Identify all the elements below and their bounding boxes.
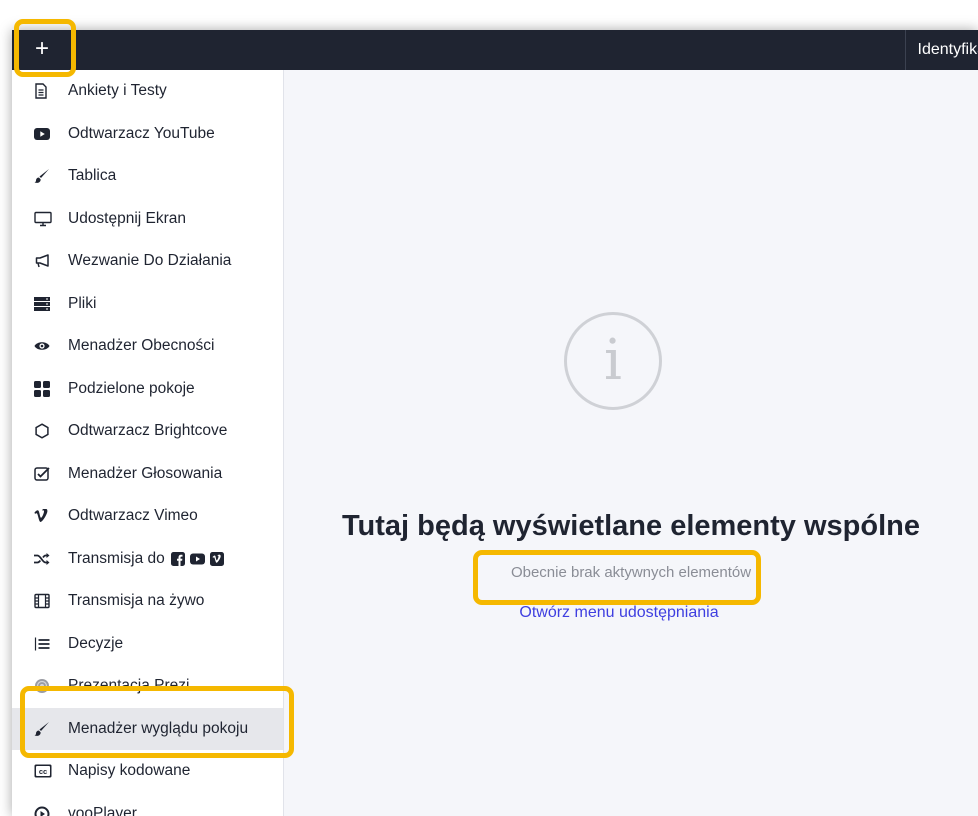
sidebar-item-call-to-action[interactable]: Wezwanie Do Działania bbox=[12, 240, 283, 283]
sidebar-item-prezi[interactable]: Prezentacja Prezi bbox=[12, 665, 283, 708]
sidebar-item-decisions[interactable]: Decyzje bbox=[12, 623, 283, 666]
sidebar-item-label: Menadżer Głosowania bbox=[68, 464, 223, 482]
facebook-icon bbox=[170, 551, 185, 566]
list-icon bbox=[34, 636, 58, 652]
sidebar-item-label: Tablica bbox=[68, 167, 117, 185]
stream-targets bbox=[170, 551, 224, 566]
info-glyph: i bbox=[604, 328, 622, 393]
sidebar-item-files[interactable]: Pliki bbox=[12, 283, 283, 326]
open-share-menu-link[interactable]: Otwórz menu udostępniania bbox=[490, 604, 748, 622]
sidebar-item-label: Menadżer Obecności bbox=[68, 337, 215, 355]
youtube-icon bbox=[34, 127, 58, 140]
brightcove-icon bbox=[34, 423, 58, 439]
sidebar-item-label: Menadżer wyglądu pokoju bbox=[68, 719, 249, 737]
identity-tab[interactable]: Identyfika bbox=[904, 30, 978, 70]
sidebar-item-room-appearance[interactable]: Menadżer wyglądu pokoju bbox=[12, 707, 283, 750]
sidebar-item-voting[interactable]: Menadżer Głosowania bbox=[12, 453, 283, 496]
sidebar-item-vooplayer[interactable]: vooPlayer bbox=[12, 793, 283, 816]
top-bar: + Identyfika bbox=[12, 30, 978, 70]
sidebar-item-stream-to[interactable]: Transmisja do bbox=[12, 538, 283, 581]
play-circle-icon bbox=[34, 806, 58, 816]
sidebar-item-label: Decyzje bbox=[68, 634, 124, 652]
sidebar-item-breakout-rooms[interactable]: Podzielone pokoje bbox=[12, 368, 283, 411]
monitor-icon bbox=[34, 211, 58, 227]
sidebar-item-youtube[interactable]: Odtwarzacz YouTube bbox=[12, 113, 283, 156]
add-button[interactable]: + bbox=[22, 30, 62, 70]
app-window: + Identyfika Ankiety i Testy Odtwarzacz … bbox=[12, 30, 978, 816]
sidebar-item-label: Ankiety i Testy bbox=[68, 82, 167, 100]
sidebar-item-label: Podzielone pokoje bbox=[68, 379, 195, 397]
vimeo-square-icon bbox=[209, 551, 224, 566]
sidebar-item-label: Pliki bbox=[68, 294, 97, 312]
youtube-icon bbox=[189, 553, 205, 565]
sidebar-item-live-stream[interactable]: Transmisja na żywo bbox=[12, 580, 283, 623]
sidebar-item-whiteboard[interactable]: Tablica bbox=[12, 155, 283, 198]
sidebar-item-label: Transmisja do bbox=[68, 549, 165, 567]
empty-state-title: Tutaj będą wyświetlane elementy wspólne bbox=[341, 510, 921, 542]
share-menu-sidebar: Ankiety i Testy Odtwarzacz YouTube Tabli… bbox=[12, 70, 284, 816]
sidebar-item-label: Wezwanie Do Działania bbox=[68, 252, 232, 270]
film-icon bbox=[34, 593, 58, 609]
info-icon: i bbox=[564, 312, 662, 410]
vimeo-icon bbox=[34, 509, 58, 523]
shuffle-icon bbox=[34, 552, 58, 566]
sidebar-item-attendance[interactable]: Menadżer Obecności bbox=[12, 325, 283, 368]
sidebar-item-label: Prezentacja Prezi bbox=[68, 677, 190, 695]
sidebar-item-vimeo[interactable]: Odtwarzacz Vimeo bbox=[12, 495, 283, 538]
brush-icon bbox=[34, 168, 58, 184]
sidebar-item-captions[interactable]: cc Napisy kodowane bbox=[12, 750, 283, 793]
sidebar-item-label: Transmisja na żywo bbox=[68, 592, 205, 610]
sidebar-item-label: Odtwarzacz YouTube bbox=[68, 124, 215, 142]
svg-text:cc: cc bbox=[39, 767, 47, 776]
sidebar-item-label: Odtwarzacz Brightcove bbox=[68, 422, 228, 440]
sidebar-item-label: Odtwarzacz Vimeo bbox=[68, 507, 198, 525]
closed-captions-icon: cc bbox=[34, 764, 58, 778]
checkbox-icon bbox=[34, 466, 58, 482]
sidebar-item-label: vooPlayer bbox=[68, 804, 137, 816]
megaphone-icon bbox=[34, 253, 58, 269]
sidebar-item-share-screen[interactable]: Udostępnij Ekran bbox=[12, 198, 283, 241]
sidebar-item-label: Napisy kodowane bbox=[68, 762, 191, 780]
sidebar-item-surveys[interactable]: Ankiety i Testy bbox=[12, 70, 283, 113]
brush-icon bbox=[34, 721, 58, 737]
sidebar-item-label: Udostępnij Ekran bbox=[68, 209, 187, 227]
shared-elements-area: i Tutaj będą wyświetlane elementy wspóln… bbox=[284, 70, 978, 816]
document-icon bbox=[34, 83, 58, 99]
sidebar-item-brightcove[interactable]: Odtwarzacz Brightcove bbox=[12, 410, 283, 453]
empty-state-subtitle: Obecnie brak aktywnych elementów bbox=[510, 564, 752, 581]
eye-icon bbox=[34, 340, 58, 352]
files-icon bbox=[34, 296, 58, 311]
grid-icon bbox=[34, 380, 58, 397]
prezi-icon bbox=[34, 678, 58, 694]
